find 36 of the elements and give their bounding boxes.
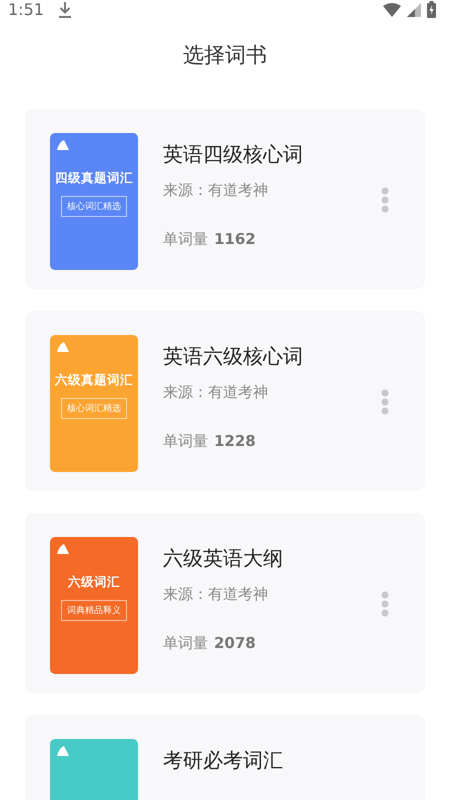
book-card[interactable]: 六级词汇 词典精品释义 六级英语大纲 来源：有道考神 单词量 2078 [25, 513, 425, 693]
cover-subtitle: 词典精品释义 [61, 600, 127, 621]
signal-icon [407, 2, 421, 16]
book-title: 六级英语大纲 [163, 545, 284, 572]
cover-title: 四级真题词汇 [55, 170, 133, 187]
word-count: 2078 [214, 634, 256, 652]
book-title: 英语四级核心词 [163, 141, 304, 168]
download-icon [58, 0, 72, 18]
book-source: 来源：有道考神 [163, 383, 269, 402]
word-count: 1162 [214, 230, 256, 248]
word-count-label: 单词量 [163, 432, 208, 450]
more-icon[interactable] [381, 389, 389, 415]
book-card[interactable]: 四级真题词汇 核心词汇精选 英语四级核心词 来源：有道考神 单词量 1162 [25, 109, 425, 289]
cover-title: 六级词汇 [68, 574, 120, 591]
logo-icon [57, 746, 69, 756]
logo-icon [57, 342, 69, 352]
status-time: 1:51 [8, 0, 44, 19]
cover-title: 六级真题词汇 [55, 372, 133, 389]
book-title: 英语六级核心词 [163, 343, 304, 370]
wifi-icon [383, 2, 401, 16]
cover-subtitle: 核心词汇精选 [61, 196, 127, 217]
word-count: 1228 [214, 432, 256, 450]
book-title: 考研必考词汇 [163, 747, 284, 774]
book-source: 来源：有道考神 [163, 181, 269, 200]
cover-subtitle: 核心词汇精选 [61, 398, 127, 419]
logo-icon [57, 140, 69, 150]
book-card[interactable]: 考研必考词汇 [25, 715, 425, 800]
more-icon[interactable] [381, 591, 389, 617]
book-card[interactable]: 六级真题词汇 核心词汇精选 英语六级核心词 来源：有道考神 单词量 1228 [25, 311, 425, 491]
word-count-label: 单词量 [163, 634, 208, 652]
logo-icon [57, 544, 69, 554]
battery-icon [427, 1, 436, 18]
book-source: 来源：有道考神 [163, 585, 269, 604]
page-title: 选择词书 [183, 42, 267, 69]
word-count-label: 单词量 [163, 230, 208, 248]
more-icon[interactable] [381, 187, 389, 213]
